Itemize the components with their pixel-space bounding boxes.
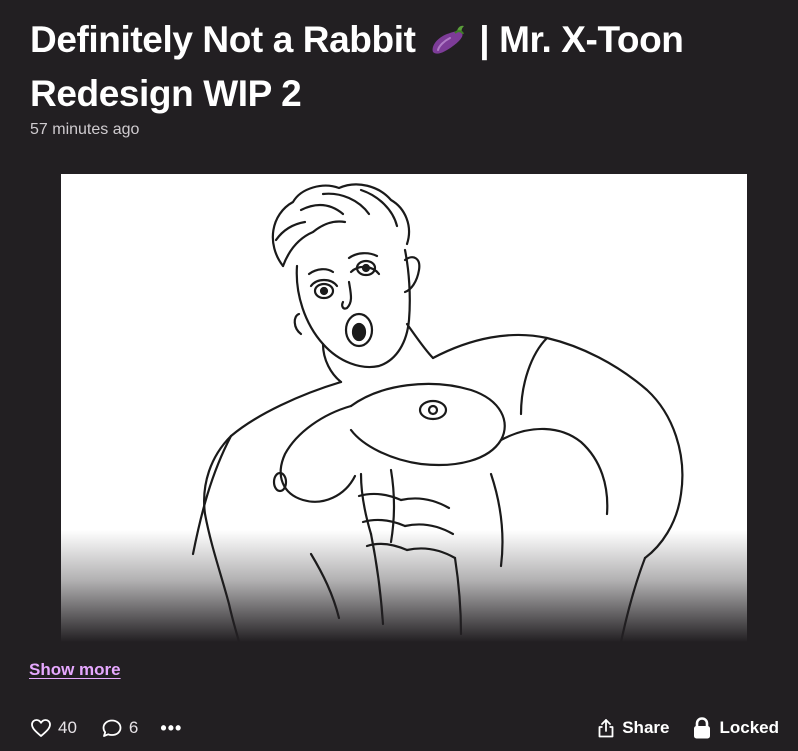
comment-icon bbox=[101, 718, 123, 738]
show-more-link[interactable]: Show more bbox=[29, 660, 121, 680]
post-title: Definitely Not a Rabbit | Mr. X-Toon Red… bbox=[30, 16, 770, 118]
locked-button[interactable]: Locked bbox=[691, 716, 779, 740]
eggplant-emoji-icon bbox=[427, 22, 467, 70]
post-image[interactable] bbox=[61, 174, 747, 642]
lock-icon bbox=[691, 716, 713, 740]
share-icon bbox=[596, 717, 616, 739]
locked-label: Locked bbox=[719, 718, 779, 737]
post-timestamp: 57 minutes ago bbox=[30, 121, 140, 138]
post-actions-right: Share Locked bbox=[596, 715, 779, 741]
comments-button[interactable]: 6 bbox=[101, 718, 138, 738]
post-actions-left: 40 6 ••• bbox=[30, 715, 182, 741]
share-label: Share bbox=[622, 718, 670, 737]
comment-count: 6 bbox=[128, 718, 139, 737]
more-options-button[interactable]: ••• bbox=[160, 718, 182, 739]
share-button[interactable]: Share bbox=[596, 717, 669, 739]
like-button[interactable]: 40 bbox=[30, 718, 77, 738]
like-count: 40 bbox=[58, 718, 77, 737]
post-title-part1: Definitely Not a Rabbit bbox=[30, 19, 426, 60]
image-fade-overlay bbox=[61, 530, 747, 642]
post-card: Definitely Not a Rabbit | Mr. X-Toon Red… bbox=[0, 0, 798, 751]
heart-icon bbox=[30, 718, 52, 738]
more-icon: ••• bbox=[160, 717, 183, 738]
